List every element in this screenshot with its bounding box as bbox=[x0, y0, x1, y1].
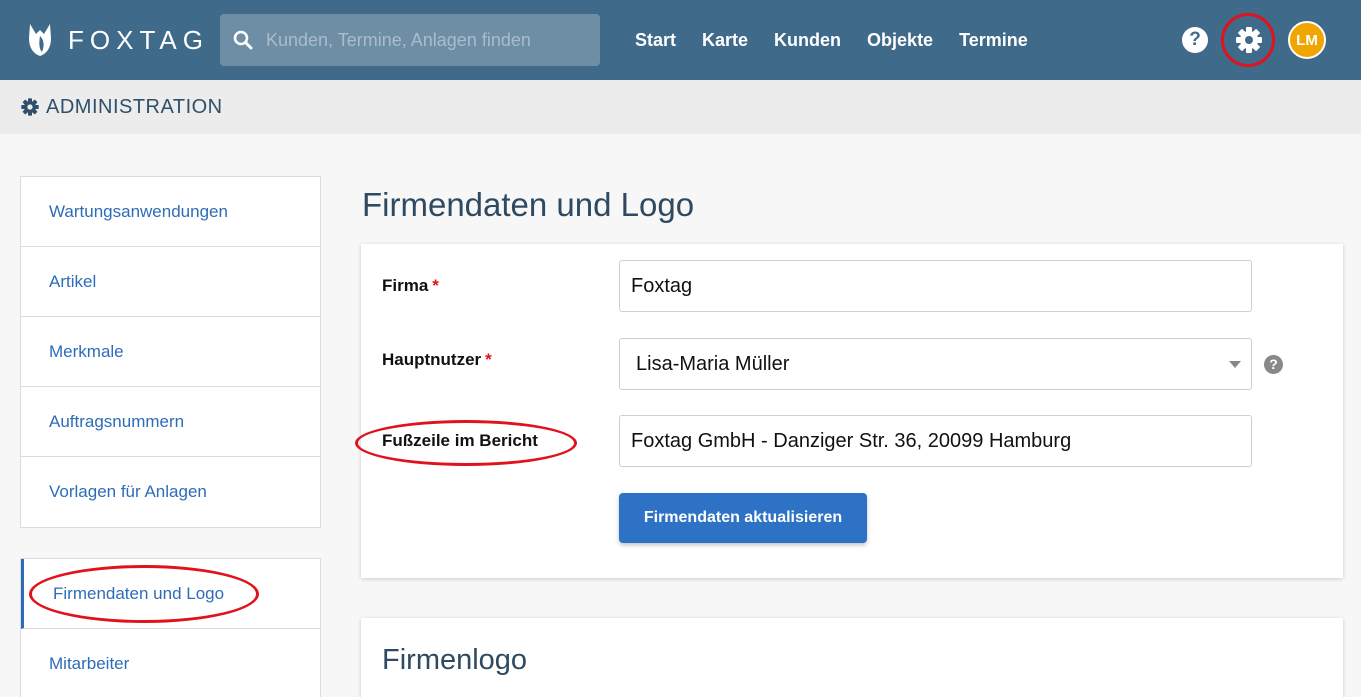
sidebar-item-artikel[interactable]: Artikel bbox=[21, 247, 320, 317]
sidebar-item-auftragsnummern[interactable]: Auftragsnummern bbox=[21, 387, 320, 457]
fusszeile-label: Fußzeile im Bericht bbox=[382, 431, 538, 450]
hauptnutzer-label: Hauptnutzer * bbox=[382, 350, 492, 369]
update-company-data-button[interactable]: Firmendaten aktualisieren bbox=[619, 493, 867, 543]
sidebar-item-firmendaten[interactable]: Firmendaten und Logo bbox=[21, 559, 320, 629]
sidebar-item-vorlagen[interactable]: Vorlagen für Anlagen bbox=[21, 457, 320, 527]
user-avatar[interactable]: LM bbox=[1288, 21, 1326, 59]
sidebar-item-merkmale[interactable]: Merkmale bbox=[21, 317, 320, 387]
company-logo-section: Firmenlogo bbox=[361, 618, 1343, 697]
fox-logo-icon bbox=[29, 24, 51, 56]
nav-objekte[interactable]: Objekte bbox=[854, 30, 946, 51]
page-title: Firmendaten und Logo bbox=[362, 186, 695, 223]
nav-termine[interactable]: Termine bbox=[946, 30, 1041, 51]
section-title: ADMINISTRATION bbox=[46, 95, 223, 118]
required-marker: * bbox=[485, 350, 492, 369]
main-nav: Start Karte Kunden Objekte Termine bbox=[622, 0, 1041, 80]
section-header: ADMINISTRATION bbox=[0, 80, 1361, 134]
sidebar-menu-secondary: Firmendaten und Logo Mitarbeiter bbox=[20, 558, 321, 697]
help-icon[interactable]: ? bbox=[1182, 27, 1208, 53]
hauptnutzer-select[interactable]: Lisa-Maria Müller bbox=[619, 338, 1252, 390]
sidebar-item-mitarbeiter[interactable]: Mitarbeiter bbox=[21, 629, 320, 697]
search-input[interactable] bbox=[266, 14, 600, 66]
nav-start[interactable]: Start bbox=[622, 30, 689, 51]
help-circle-icon[interactable]: ? bbox=[1264, 355, 1283, 374]
nav-karte[interactable]: Karte bbox=[689, 30, 761, 51]
sidebar-item-wartungsanwendungen[interactable]: Wartungsanwendungen bbox=[21, 177, 320, 247]
hauptnutzer-selected-value: Lisa-Maria Müller bbox=[636, 352, 790, 375]
search-icon bbox=[220, 14, 266, 66]
firma-input[interactable] bbox=[619, 260, 1252, 312]
chevron-down-icon bbox=[1229, 361, 1241, 368]
fusszeile-input[interactable] bbox=[619, 415, 1252, 467]
sidebar-menu-primary: Wartungsanwendungen Artikel Merkmale Auf… bbox=[20, 176, 321, 528]
required-marker: * bbox=[432, 276, 439, 295]
gear-icon bbox=[21, 98, 39, 116]
settings-highlight-annotation bbox=[1221, 13, 1275, 67]
logo-section-title: Firmenlogo bbox=[382, 644, 528, 676]
firma-label: Firma * bbox=[382, 276, 439, 295]
nav-kunden[interactable]: Kunden bbox=[761, 30, 854, 51]
brand-logo[interactable]: FOXTAG bbox=[24, 20, 209, 60]
company-data-form: Firma* Hauptnutzer* Lisa-Maria Müller ? … bbox=[355, 244, 1343, 578]
global-search[interactable] bbox=[220, 14, 600, 66]
top-navigation-bar: FOXTAG Start Karte Kunden Objekte Termin… bbox=[0, 0, 1361, 80]
brand-name: FOXTAG bbox=[68, 24, 209, 55]
